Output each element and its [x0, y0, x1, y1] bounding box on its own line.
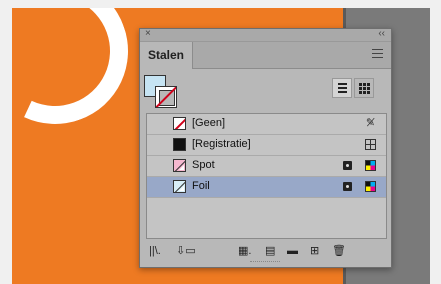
no-edit-icon: ✎̸ — [365, 117, 376, 129]
registration-icon — [365, 139, 376, 150]
list-view-icon — [338, 83, 347, 95]
panel-title-bar[interactable]: × ‹‹ — [140, 28, 391, 42]
swatch-list: [Geen] ✎̸ [Registratie] Spot Foil — [146, 113, 387, 239]
grid-view-button[interactable] — [354, 78, 374, 98]
swatch-options-icon[interactable]: ▤ — [265, 245, 275, 258]
collapse-icon[interactable]: ‹‹ — [378, 28, 385, 39]
import-swatch-icon[interactable]: ⇩▭ — [176, 245, 196, 258]
swatch-label: Spot — [192, 159, 215, 171]
registration-swatch-chip — [173, 138, 186, 151]
library-icon[interactable]: ||\. — [149, 245, 161, 258]
fill-stroke-selector[interactable] — [144, 75, 178, 109]
swatch-row-foil[interactable]: Foil — [147, 177, 386, 198]
swatch-label: [Registratie] — [192, 138, 251, 150]
color-group-icon[interactable]: ▦. — [238, 245, 251, 258]
tab-stalen[interactable]: Stalen — [140, 42, 193, 69]
cmyk-icon — [365, 160, 376, 171]
panel-footer: ||\. ⇩▭ ▦. ▤ ▬ ⊞ 🗑 — [140, 241, 391, 263]
cmyk-icon — [365, 181, 376, 192]
swatch-label: [Geen] — [192, 117, 226, 129]
foil-swatch-chip — [173, 180, 186, 193]
grid-view-icon — [359, 83, 370, 94]
panel-tab-row: Stalen — [140, 42, 391, 69]
resize-grip[interactable] — [250, 261, 280, 266]
swatches-panel: × ‹‹ Stalen [Geen] ✎̸ [Registratie] Spot… — [139, 28, 392, 268]
trash-icon[interactable]: 🗑 — [332, 245, 346, 258]
swatch-row-registratie[interactable]: [Registratie] — [147, 135, 386, 156]
folder-icon[interactable]: ▬ — [287, 245, 298, 258]
view-toggle — [332, 78, 376, 98]
swatch-row-spot[interactable]: Spot — [147, 156, 386, 177]
spot-swatch-chip — [173, 159, 186, 172]
canvas-artwork-arc — [12, 8, 149, 145]
new-swatch-icon[interactable]: ⊞ — [310, 245, 319, 258]
none-swatch-chip — [173, 117, 186, 130]
list-view-button[interactable] — [332, 78, 352, 98]
spot-icon — [343, 182, 352, 191]
swatch-label: Foil — [192, 180, 210, 192]
close-icon[interactable]: × — [145, 28, 151, 39]
hamburger-icon[interactable] — [372, 49, 383, 58]
spot-icon — [343, 161, 352, 170]
swatch-row-geen[interactable]: [Geen] ✎̸ — [147, 114, 386, 135]
stroke-swatch[interactable] — [155, 86, 177, 108]
